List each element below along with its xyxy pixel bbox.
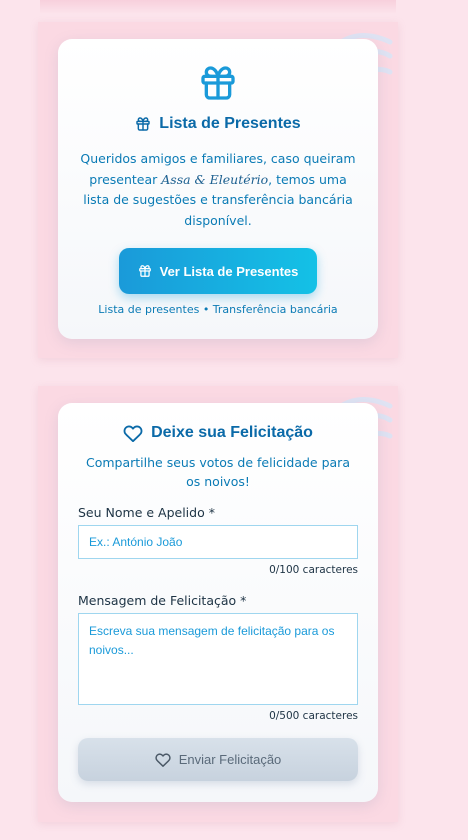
felicitation-subtitle: Compartilhe seus votos de felicidade par… (86, 455, 350, 489)
name-char-counter: 0/100 caracteres (269, 564, 358, 576)
gift-icon (201, 66, 235, 100)
couple-names: Assa & Eleutério (161, 171, 269, 187)
gift-list-description: Queridos amigos e familiares, caso queir… (80, 149, 356, 231)
gift-small-icon (136, 117, 151, 131)
send-felicitation-label: Enviar Felicitação (178, 752, 282, 767)
message-field-label: Mensagem de Felicitação * (78, 593, 247, 608)
felicitation-title-text: Deixe sua Felicitação (151, 424, 313, 441)
gift-button-icon (138, 265, 151, 277)
gift-list-title-text: Lista de Presentes (159, 115, 301, 132)
gift-list-footer: Lista de presentes • Transferência bancá… (98, 303, 338, 316)
message-char-counter: 0/500 caracteres (269, 710, 358, 722)
name-field-label: Seu Nome e Apelido * (78, 505, 215, 520)
view-gift-list-button[interactable]: Ver Lista de Presentes (119, 248, 317, 294)
felicitation-card: Deixe sua Felicitação Compartilhe seus v… (58, 403, 378, 802)
previous-section-shadow (40, 0, 396, 14)
page: Lista de Presentes Queridos amigos e fam… (0, 0, 468, 840)
felicitation-title: Deixe sua Felicitação (58, 424, 378, 442)
gift-list-title: Lista de Presentes (58, 115, 378, 133)
heart-icon (123, 425, 143, 442)
message-textarea[interactable] (78, 613, 358, 705)
gift-list-card: Lista de Presentes Queridos amigos e fam… (58, 39, 378, 339)
heart-button-icon (155, 753, 171, 767)
send-felicitation-button[interactable]: Enviar Felicitação (78, 738, 358, 781)
view-gift-list-label: Ver Lista de Presentes (159, 263, 299, 279)
name-input[interactable] (78, 525, 358, 559)
